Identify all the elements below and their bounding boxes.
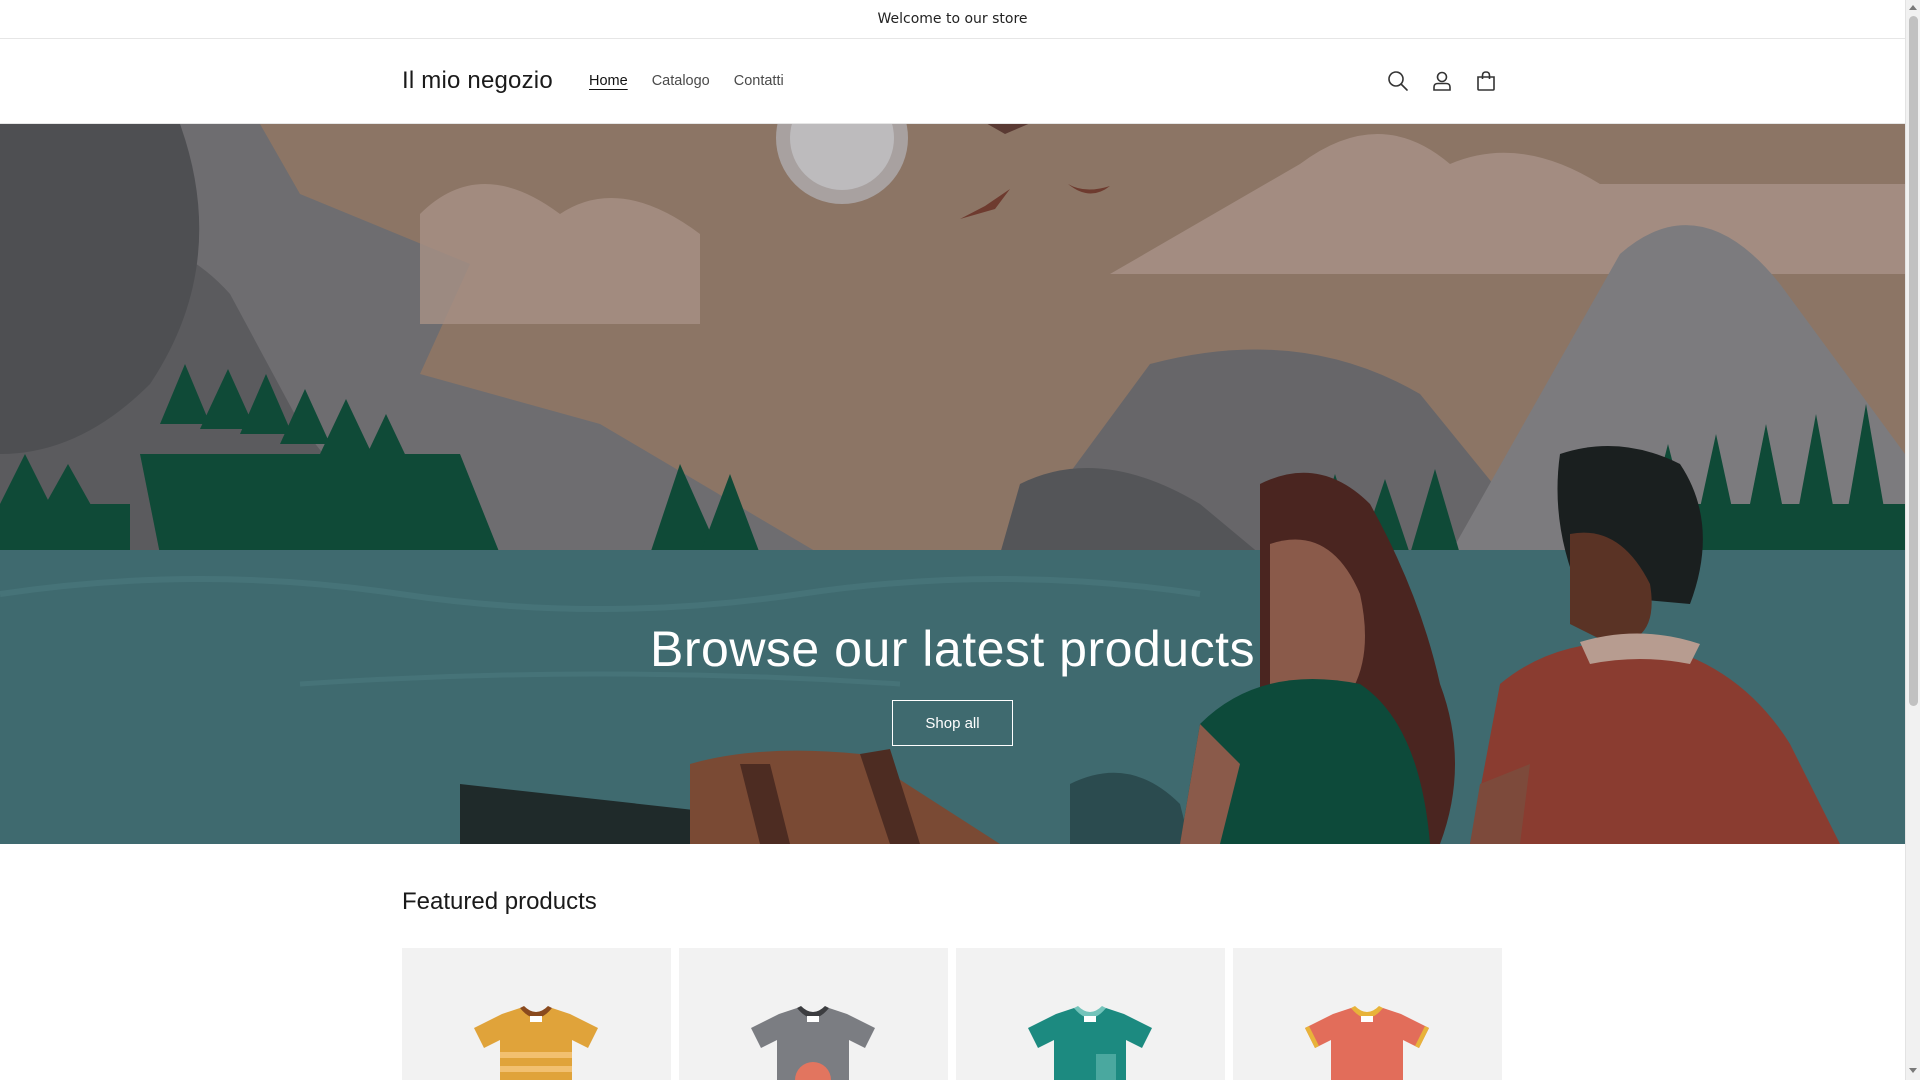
scroll-up-arrow-icon[interactable]	[1909, 5, 1917, 10]
scroll-thumb[interactable]	[1909, 16, 1918, 706]
hero-content: Browse our latest products Shop all	[0, 124, 1905, 844]
main-nav: Home Catalogo Contatti	[577, 73, 796, 89]
search-button[interactable]	[1378, 59, 1418, 103]
search-icon	[1388, 71, 1408, 91]
site-header: Il mio negozio Home Catalogo Contatti	[0, 39, 1905, 124]
featured-products-title: Featured products	[402, 888, 597, 915]
header-icons	[1378, 59, 1506, 103]
tshirt-coral-image	[1305, 1006, 1429, 1080]
scroll-down-arrow-icon[interactable]	[1909, 1068, 1917, 1073]
announcement-bar: Welcome to our store	[0, 0, 1905, 39]
shop-all-button[interactable]: Shop all	[892, 700, 1013, 746]
account-icon	[1433, 71, 1451, 91]
product-card[interactable]	[679, 948, 948, 1080]
nav-contatti[interactable]: Contatti	[722, 73, 796, 89]
announcement-text: Welcome to our store	[877, 11, 1028, 27]
hero-title: Browse our latest products	[650, 621, 1255, 677]
nav-catalogo[interactable]: Catalogo	[640, 73, 722, 89]
cart-button[interactable]	[1466, 59, 1506, 103]
store-logo[interactable]: Il mio negozio	[402, 67, 553, 95]
product-card[interactable]	[402, 948, 671, 1080]
cart-icon	[1477, 71, 1495, 91]
tshirt-orange-image	[474, 1006, 598, 1080]
nav-home[interactable]: Home	[577, 73, 640, 89]
account-button[interactable]	[1422, 59, 1462, 103]
hero-banner: Browse our latest products Shop all	[0, 124, 1905, 844]
product-grid	[402, 948, 1502, 1080]
tshirt-teal-image	[1028, 1006, 1152, 1080]
page-scrollbar[interactable]	[1905, 0, 1920, 1080]
tshirt-gray-image	[751, 1006, 875, 1080]
product-card[interactable]	[1233, 948, 1502, 1080]
product-card[interactable]	[956, 948, 1225, 1080]
